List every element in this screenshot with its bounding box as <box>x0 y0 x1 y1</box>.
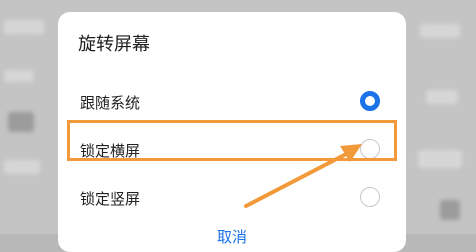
option-lock-landscape[interactable]: 锁定横屏 <box>58 128 406 172</box>
dialog-title: 旋转屏幕 <box>78 34 150 55</box>
cancel-button[interactable]: 取消 <box>58 226 406 247</box>
radio-unselected-icon[interactable] <box>360 187 380 207</box>
radio-unselected-icon[interactable] <box>360 139 380 159</box>
radio-selected-icon[interactable] <box>360 91 380 111</box>
option-lock-portrait[interactable]: 锁定竖屏 <box>58 176 406 220</box>
rotate-screen-dialog: 旋转屏幕 跟随系统 锁定横屏 锁定竖屏 取消 <box>58 12 406 252</box>
option-label: 跟随系统 <box>80 94 141 112</box>
option-label: 锁定横屏 <box>80 142 141 160</box>
option-follow-system[interactable]: 跟随系统 <box>58 80 406 124</box>
option-label: 锁定竖屏 <box>80 190 141 208</box>
